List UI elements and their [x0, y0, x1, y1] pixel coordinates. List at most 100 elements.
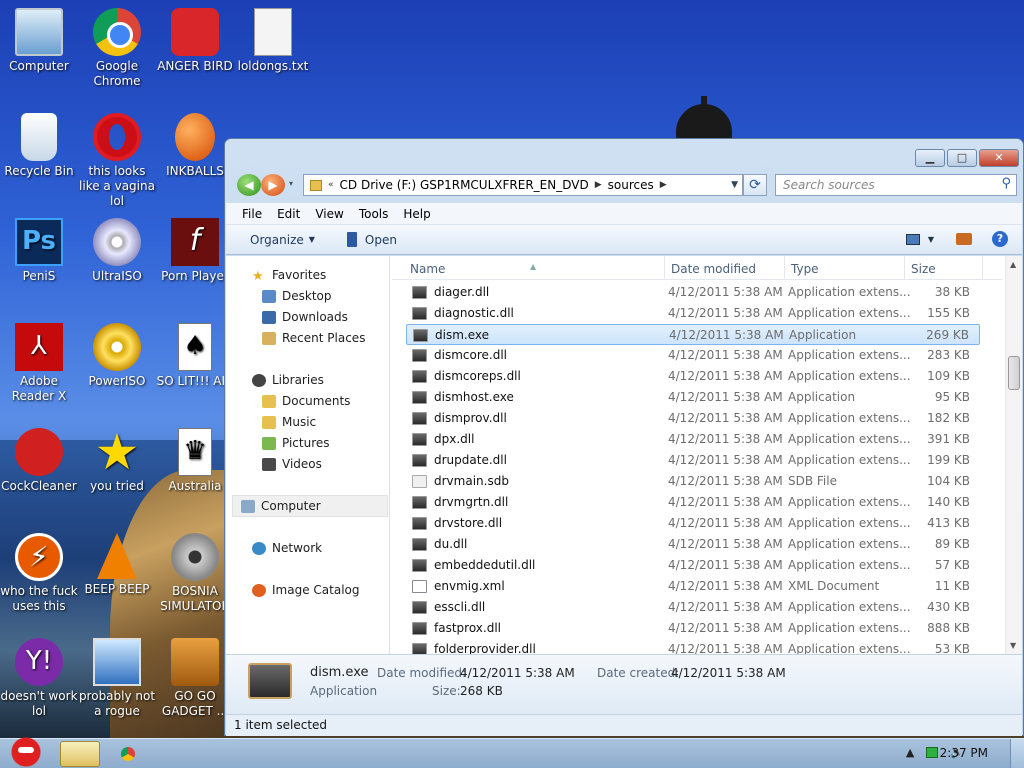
nav-network[interactable]: Network — [252, 541, 322, 555]
desktop-shortcut[interactable]: BEEP BEEP — [77, 533, 157, 597]
nav-videos[interactable]: Videos — [262, 457, 322, 471]
taskbar-chrome-button[interactable] — [108, 741, 148, 767]
toolbar-right: ▼ ? — [905, 231, 1008, 247]
desktop-shortcut[interactable]: ★ you tried — [77, 427, 157, 494]
column-separator[interactable] — [982, 256, 983, 280]
column-size[interactable]: Size — [911, 262, 936, 276]
forward-button[interactable]: ▶ — [261, 174, 285, 196]
menu-edit[interactable]: Edit — [277, 207, 300, 221]
column-type[interactable]: Type — [791, 262, 819, 276]
desktop-shortcut[interactable]: CockCleaner — [0, 428, 79, 494]
scroll-down-icon[interactable]: ▼ — [1010, 641, 1016, 650]
desktop-shortcut[interactable]: this looks like a vagina lol — [77, 113, 157, 209]
back-button[interactable]: ◀ — [237, 174, 261, 196]
search-input[interactable]: Search sources ⚲ — [775, 174, 1017, 196]
nav-favorites[interactable]: ★ Favorites — [252, 268, 326, 284]
file-row[interactable]: dismcore.dll 4/12/2011 5:38 AM Application… — [406, 345, 980, 366]
clock[interactable]: 2:37 PM — [940, 746, 988, 760]
desktop-shortcut[interactable]: Ps PeniS — [0, 218, 79, 284]
file-row[interactable]: fastprox.dll 4/12/2011 5:38 AM Application… — [406, 618, 980, 639]
file-row[interactable]: dism.exe 4/12/2011 5:38 AM Application 269 … — [406, 324, 980, 345]
column-separator[interactable] — [664, 256, 665, 280]
desktop-shortcut[interactable]: Computer — [0, 8, 79, 74]
address-bar[interactable]: « CD Drive (F:) GSP1RMCULXFRER_EN_DVD ▶ … — [303, 174, 743, 196]
desktop-shortcut[interactable]: GO GO GADGET ... — [155, 638, 235, 719]
recent-pages-dropdown[interactable]: ▾ — [289, 179, 293, 188]
column-name[interactable]: Name — [410, 262, 445, 276]
refresh-button[interactable]: ⟳ — [743, 174, 767, 196]
show-desktop-button[interactable] — [1010, 739, 1024, 768]
column-separator[interactable] — [784, 256, 785, 280]
scroll-thumb[interactable] — [1008, 356, 1020, 390]
desktop-shortcut[interactable]: ⅄ Adobe Reader X — [0, 323, 79, 404]
desktop-shortcut[interactable]: loldongs.txt — [233, 8, 313, 74]
nav-downloads[interactable]: Downloads — [262, 310, 348, 324]
preview-pane-icon[interactable] — [956, 233, 972, 245]
file-row[interactable]: envmig.xml 4/12/2011 5:38 AM XML Document 1… — [406, 576, 980, 597]
desktop-shortcut[interactable]: probably not a rogue — [77, 638, 157, 719]
file-row[interactable]: drvmgrtn.dll 4/12/2011 5:38 AM Application… — [406, 492, 980, 513]
desktop-shortcut[interactable]: ANGER BIRD — [155, 8, 235, 74]
menu-view[interactable]: View — [315, 207, 343, 221]
maximize-button[interactable]: □ — [947, 149, 977, 167]
file-row[interactable]: dpx.dll 4/12/2011 5:38 AM Application exte… — [406, 429, 980, 450]
vertical-scrollbar[interactable]: ▲ ▼ — [1005, 256, 1022, 654]
open-button[interactable]: Open — [346, 232, 397, 247]
organize-button[interactable]: Organize ▼ — [250, 233, 315, 247]
file-row[interactable]: esscli.dll 4/12/2011 5:38 AM Application e… — [406, 597, 980, 618]
desktop-shortcut[interactable]: f Porn Player — [155, 218, 235, 284]
desktop-shortcut[interactable]: BOSNIA SIMULATOR — [155, 533, 235, 614]
file-row[interactable]: dismhost.exe 4/12/2011 5:38 AM Application… — [406, 387, 980, 408]
file-row[interactable]: drvmain.sdb 4/12/2011 5:38 AM SDB File 104 … — [406, 471, 980, 492]
nav-music[interactable]: Music — [262, 415, 316, 429]
file-row[interactable]: drupdate.dll 4/12/2011 5:38 AM Application… — [406, 450, 980, 471]
nav-computer[interactable]: Computer — [232, 495, 388, 517]
address-dropdown-icon[interactable]: ▼ — [731, 180, 738, 190]
file-name: drvmgrtn.dll — [434, 495, 509, 509]
desktop-shortcut[interactable]: ♠ SO LIT!!! AIR — [155, 323, 235, 389]
show-hidden-icons-icon[interactable]: ▲ — [906, 746, 914, 759]
breadcrumb-drive[interactable]: CD Drive (F:) GSP1RMCULXFRER_EN_DVD — [340, 178, 589, 192]
desktop-shortcut[interactable]: INKBALLS — [155, 113, 235, 179]
taskbar-explorer-button[interactable] — [60, 741, 100, 767]
file-row[interactable]: drvstore.dll 4/12/2011 5:38 AM Application… — [406, 513, 980, 534]
scroll-up-icon[interactable]: ▲ — [1010, 260, 1016, 269]
menu-tools[interactable]: Tools — [359, 207, 389, 221]
column-date-modified[interactable]: Date modified — [671, 262, 756, 276]
breadcrumb-separator-icon[interactable]: ▶ — [660, 180, 667, 190]
nav-recent-places[interactable]: Recent Places — [262, 331, 365, 345]
minimize-button[interactable]: ▁ — [915, 149, 945, 167]
breadcrumb-overflow[interactable]: « — [328, 180, 334, 190]
change-view-icon[interactable] — [905, 233, 920, 245]
breadcrumb-sources[interactable]: sources — [608, 178, 654, 192]
menu-help[interactable]: Help — [403, 207, 430, 221]
file-row[interactable]: embeddedutil.dll 4/12/2011 5:38 AM Applica… — [406, 555, 980, 576]
desktop-shortcut[interactable]: Y! doesn't work lol — [0, 638, 79, 719]
file-row[interactable]: diager.dll 4/12/2011 5:38 AM Application e… — [406, 282, 980, 303]
file-row[interactable]: dismcoreps.dll 4/12/2011 5:38 AM Applicati… — [406, 366, 980, 387]
desktop-shortcut[interactable]: PowerISO — [77, 323, 157, 389]
file-type: Application extens... — [788, 285, 911, 299]
breadcrumb-separator-icon[interactable]: ▶ — [595, 180, 602, 190]
file-row[interactable]: dismprov.dll 4/12/2011 5:38 AM Application… — [406, 408, 980, 429]
start-button[interactable] — [2, 733, 50, 768]
desktop-shortcut[interactable]: UltraISO — [77, 218, 157, 284]
nav-image-catalog[interactable]: Image Catalog — [252, 583, 359, 597]
desktop-shortcut[interactable]: ♛ Australia — [155, 428, 235, 494]
battery-icon[interactable] — [926, 747, 939, 758]
nav-pictures[interactable]: Pictures — [262, 436, 330, 450]
column-separator[interactable] — [904, 256, 905, 280]
close-button[interactable]: ✕ — [979, 149, 1019, 167]
help-icon[interactable]: ? — [992, 231, 1008, 247]
nav-documents[interactable]: Documents — [262, 394, 350, 408]
search-icon[interactable]: ⚲ — [1001, 176, 1011, 191]
desktop-shortcut[interactable]: ⚡ who the fuck uses this — [0, 533, 79, 614]
view-options-dropdown-icon[interactable]: ▼ — [928, 235, 934, 244]
desktop-shortcut[interactable]: Recycle Bin — [0, 113, 79, 179]
file-row[interactable]: du.dll 4/12/2011 5:38 AM Application exten… — [406, 534, 980, 555]
nav-desktop[interactable]: Desktop — [262, 289, 332, 303]
desktop-shortcut[interactable]: Google Chrome — [77, 8, 157, 89]
nav-libraries[interactable]: Libraries — [252, 373, 324, 387]
file-row[interactable]: diagnostic.dll 4/12/2011 5:38 AM Applicati… — [406, 303, 980, 324]
menu-file[interactable]: File — [242, 207, 262, 221]
